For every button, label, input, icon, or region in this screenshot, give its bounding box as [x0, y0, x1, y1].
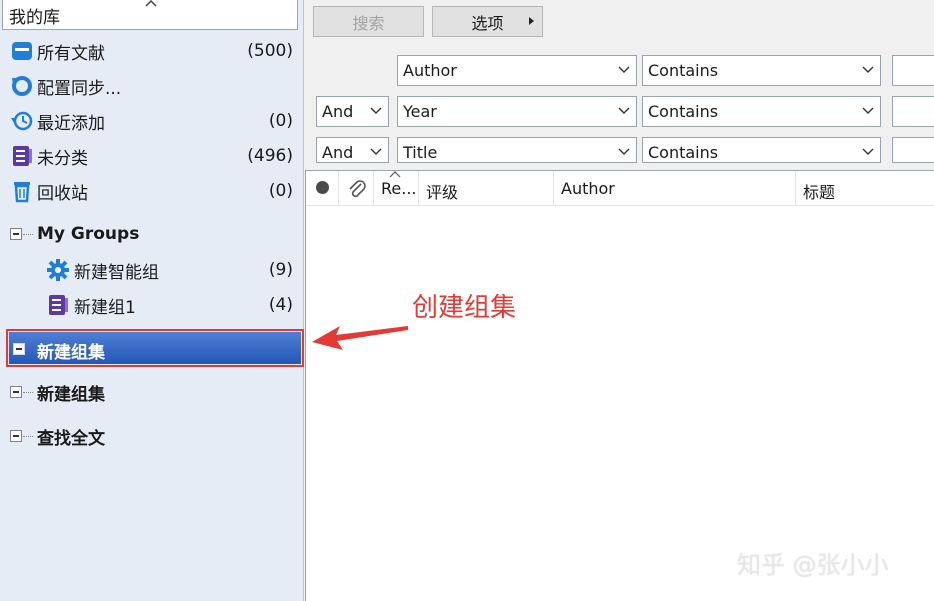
column-read-status[interactable]: [306, 171, 339, 206]
operator-select-value: Contains: [648, 61, 719, 80]
all-references-icon: [12, 42, 32, 60]
library-item-count: (496): [247, 146, 293, 166]
tree-connector: [23, 435, 33, 437]
column-ref-type[interactable]: Re...: [374, 171, 419, 206]
field-select-value: Title: [403, 143, 438, 162]
annotation-label: 创建组集: [412, 293, 517, 323]
library-item-count: (0): [268, 111, 293, 131]
field-select-value: Year: [403, 102, 437, 121]
column-title[interactable]: 标题: [796, 171, 934, 206]
chevron-down-icon: [862, 66, 874, 73]
chevron-down-icon: [370, 148, 382, 155]
chevron-up-icon: [145, 0, 157, 7]
library-item-all[interactable]: 所有文献 (500): [0, 34, 304, 68]
sync-icon: [12, 76, 32, 96]
group-item-group1[interactable]: 新建组1 (4): [0, 288, 304, 322]
group-set-label: 查找全文: [37, 428, 105, 449]
group-item-count: (9): [268, 260, 293, 280]
library-item-label: 未分类: [37, 148, 88, 169]
connector-select-value: And: [322, 143, 354, 162]
annotation-arrow: [312, 326, 408, 350]
collapse-toggle-icon[interactable]: [10, 228, 22, 240]
operator-select[interactable]: Contains: [642, 137, 881, 163]
collapse-toggle-icon[interactable]: [10, 430, 22, 442]
group-set-find-fulltext[interactable]: 查找全文: [0, 418, 304, 454]
library-item-label: 所有文献: [37, 43, 105, 64]
library-item-recent[interactable]: 最近添加 (0): [0, 104, 304, 138]
group-set-label: 新建组集: [37, 343, 105, 363]
sort-ascending-icon: [389, 171, 401, 178]
field-select[interactable]: Author: [397, 55, 637, 86]
recent-clock-icon: [11, 111, 33, 131]
trash-icon: [14, 182, 30, 203]
group-item-label: 新建组1: [74, 297, 136, 318]
connector-select-value: And: [322, 102, 354, 121]
operator-select[interactable]: Contains: [642, 96, 881, 127]
column-author[interactable]: Author: [554, 171, 796, 206]
field-select-value: Author: [403, 61, 457, 80]
group-item-smart[interactable]: 新建智能组 (9): [0, 253, 304, 287]
column-label: 标题: [803, 183, 836, 202]
operator-select[interactable]: Contains: [642, 55, 881, 86]
library-item-unfiled[interactable]: 未分类 (496): [0, 139, 304, 173]
paperclip-icon: [349, 180, 366, 198]
group-item-count: (4): [268, 295, 293, 315]
group-icon: [49, 295, 68, 315]
column-attachment[interactable]: [339, 171, 374, 206]
options-button[interactable]: 选项: [432, 6, 543, 37]
search-value-input[interactable]: [892, 96, 934, 127]
collapse-toggle-icon[interactable]: [10, 386, 22, 398]
search-value-input[interactable]: [892, 55, 934, 86]
connector-select[interactable]: And: [316, 96, 389, 127]
library-item-count: (0): [268, 181, 293, 201]
options-button-label: 选项: [471, 13, 504, 33]
group-item-label: 新建智能组: [74, 262, 159, 283]
library-item-label: 最近添加: [37, 113, 105, 134]
tree-connector: [23, 391, 33, 393]
column-rating[interactable]: 评级: [419, 171, 554, 206]
reference-list[interactable]: Re... 评级 Author 标题: [305, 170, 934, 601]
chevron-down-icon: [862, 107, 874, 114]
group-set-my-groups[interactable]: My Groups: [0, 216, 304, 252]
library-item-label: 回收站: [37, 183, 88, 204]
library-panel: 我的库 所有文献 (500) 配置同步... 最近添加 (0) 未分类 (496…: [0, 0, 304, 601]
chevron-down-icon: [862, 148, 874, 155]
chevron-down-icon: [370, 107, 382, 114]
chevron-down-icon: [618, 66, 630, 73]
chevron-down-icon: [618, 148, 630, 155]
watermark: 知乎 @张小小: [737, 551, 889, 579]
unfiled-group-icon: [13, 146, 32, 166]
triangle-right-icon: [529, 17, 534, 25]
connector-select[interactable]: And: [316, 137, 389, 163]
column-label: Re...: [381, 179, 417, 198]
search-and-list-panel: 搜索 选项 Author Contains And Year Contains …: [305, 0, 934, 601]
library-item-sync[interactable]: 配置同步...: [0, 69, 304, 103]
tree-connector: [23, 233, 33, 235]
operator-select-value: Contains: [648, 143, 719, 162]
group-set-selected[interactable]: 新建组集: [6, 329, 304, 367]
group-set-label: 新建组集: [37, 384, 105, 405]
group-set-item[interactable]: 新建组集: [0, 374, 304, 410]
library-item-count: (500): [247, 41, 293, 61]
operator-select-value: Contains: [648, 102, 719, 121]
chevron-down-icon: [618, 107, 630, 114]
column-label: Author: [561, 179, 615, 198]
library-selector-label: 我的库: [9, 8, 60, 28]
field-select[interactable]: Title: [397, 137, 637, 163]
search-button[interactable]: 搜索: [313, 6, 424, 37]
library-item-label: 配置同步...: [37, 78, 122, 99]
group-set-label: My Groups: [37, 224, 140, 244]
smart-group-gear-icon: [47, 259, 69, 281]
field-select[interactable]: Year: [397, 96, 637, 127]
search-value-input[interactable]: [892, 137, 934, 163]
list-header: Re... 评级 Author 标题: [306, 171, 934, 206]
collapse-toggle-icon[interactable]: [13, 343, 25, 355]
library-item-trash[interactable]: 回收站 (0): [0, 174, 304, 208]
column-label: 评级: [426, 183, 459, 202]
library-selector[interactable]: 我的库: [2, 0, 298, 30]
